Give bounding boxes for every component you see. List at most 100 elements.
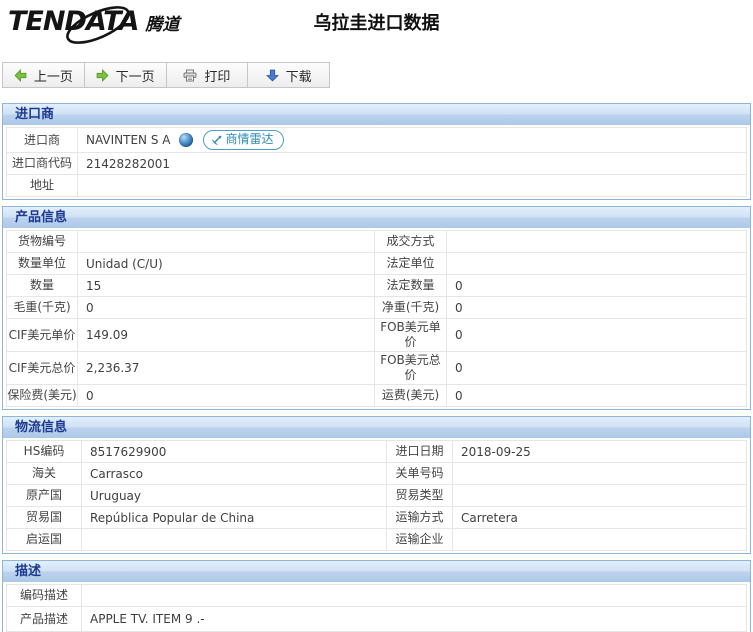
field-value: Carretera — [453, 507, 746, 528]
printer-icon — [183, 69, 197, 82]
field-value: 2018-09-25 — [453, 441, 746, 462]
field-value — [78, 231, 375, 252]
field-label: 贸易类型 — [387, 485, 453, 506]
field-value — [447, 253, 746, 274]
section-importer-title: 进口商 — [3, 104, 750, 125]
field-value: 0 — [78, 297, 375, 318]
field-value — [453, 463, 746, 484]
table-row: CIF美元总价 2,236.37 FOB美元总价 0 — [7, 351, 746, 384]
field-value: 21428282001 — [78, 153, 746, 174]
field-label: 贸易国 — [7, 507, 82, 528]
table-row: HS编码 8517629900 进口日期 2018-09-25 — [7, 441, 746, 462]
field-label: 进口商 — [7, 128, 78, 152]
field-label: 地址 — [7, 175, 78, 196]
next-page-label: 下一页 — [116, 66, 155, 85]
globe-icon[interactable] — [179, 133, 193, 147]
page-title: 乌拉圭进口数据 — [0, 9, 753, 35]
field-value: 149.09 — [78, 319, 375, 351]
field-label: 产品描述 — [7, 607, 82, 631]
table-row: 原产国 Uruguay 贸易类型 — [7, 484, 746, 506]
section-product-body: 货物编号 成交方式 数量单位 Unidad (C/U) 法定单位 数量 15 法… — [3, 228, 750, 409]
next-page-button[interactable]: 下一页 — [85, 63, 167, 87]
field-value: 0 — [447, 297, 746, 318]
table-row: 进口商 NAVINTEN S A 商情雷达 — [7, 128, 746, 152]
field-label: 编码描述 — [7, 585, 82, 606]
field-label: HS编码 — [7, 441, 82, 462]
field-value: Uruguay — [82, 485, 387, 506]
field-value — [453, 485, 746, 506]
business-radar-button[interactable]: 商情雷达 — [203, 130, 284, 150]
field-value: APPLE TV. ITEM 9 .- — [82, 607, 746, 631]
field-value: 0 — [78, 385, 375, 406]
print-button[interactable]: 打印 — [167, 63, 249, 87]
table-row: CIF美元单价 149.09 FOB美元单价 0 — [7, 318, 746, 351]
download-label: 下载 — [286, 66, 312, 85]
table-row: 地址 — [7, 174, 746, 196]
section-product: 产品信息 货物编号 成交方式 数量单位 Unidad (C/U) 法定单位 数量 — [2, 206, 751, 410]
field-value — [447, 231, 746, 252]
field-value — [453, 529, 746, 550]
field-label: 成交方式 — [375, 231, 447, 252]
field-label: 海关 — [7, 463, 82, 484]
field-value — [82, 529, 387, 550]
field-label: CIF美元单价 — [7, 319, 78, 351]
field-value: República Popular de China — [82, 507, 387, 528]
section-description-body: 编码描述 产品描述 APPLE TV. ITEM 9 .- — [3, 582, 750, 632]
prev-page-label: 上一页 — [34, 66, 73, 85]
radar-label: 商情雷达 — [226, 132, 274, 148]
field-value: Carrasco — [82, 463, 387, 484]
toolbar: 上一页 下一页 打印 下载 — [2, 62, 330, 88]
radar-dish-icon — [211, 135, 222, 146]
section-logistics: 物流信息 HS编码 8517629900 进口日期 2018-09-25 海关 … — [2, 416, 751, 554]
field-label: 毛重(千克) — [7, 297, 78, 318]
section-logistics-body: HS编码 8517629900 进口日期 2018-09-25 海关 Carra… — [3, 438, 750, 553]
field-label: FOB美元单价 — [375, 319, 447, 351]
field-label: 关单号码 — [387, 463, 453, 484]
field-label: 法定单位 — [375, 253, 447, 274]
section-description: 描述 编码描述 产品描述 APPLE TV. ITEM 9 .- — [2, 560, 751, 632]
field-label: 数量单位 — [7, 253, 78, 274]
download-button[interactable]: 下载 — [248, 63, 329, 87]
field-label: 运费(美元) — [375, 385, 447, 406]
field-label: 运输方式 — [387, 507, 453, 528]
section-logistics-title: 物流信息 — [3, 417, 750, 438]
table-row: 货物编号 成交方式 — [7, 231, 746, 252]
next-arrow-icon — [96, 69, 109, 82]
section-importer: 进口商 进口商 NAVINTEN S A 商情雷达 — [2, 103, 751, 200]
table-row: 保险费(美元) 0 运费(美元) 0 — [7, 384, 746, 406]
table-row: 毛重(千克) 0 净重(千克) 0 — [7, 296, 746, 318]
top-header: TENDATA 腾道 乌拉圭进口数据 — [0, 0, 753, 56]
table-row: 产品描述 APPLE TV. ITEM 9 .- — [7, 606, 746, 631]
prev-arrow-icon — [14, 69, 27, 82]
page: TENDATA 腾道 乌拉圭进口数据 上一页 下一页 — [0, 0, 753, 632]
table-row: 贸易国 República Popular de China 运输方式 Carr… — [7, 506, 746, 528]
field-value: 8517629900 — [82, 441, 387, 462]
table-row: 数量单位 Unidad (C/U) 法定单位 — [7, 252, 746, 274]
field-label: 启运国 — [7, 529, 82, 550]
table-row: 启运国 运输企业 — [7, 528, 746, 550]
field-label: 净重(千克) — [375, 297, 447, 318]
field-label: 数量 — [7, 275, 78, 296]
download-arrow-icon — [266, 69, 279, 82]
field-value: 0 — [447, 385, 746, 406]
table-row: 数量 15 法定数量 0 — [7, 274, 746, 296]
table-row: 编码描述 — [7, 585, 746, 606]
field-value: NAVINTEN S A 商情雷达 — [78, 128, 746, 152]
field-label: CIF美元总价 — [7, 352, 78, 384]
field-value — [82, 585, 746, 606]
prev-page-button[interactable]: 上一页 — [3, 63, 85, 87]
field-label: 法定数量 — [375, 275, 447, 296]
field-value: Unidad (C/U) — [78, 253, 375, 274]
field-label: 进口商代码 — [7, 153, 78, 174]
table-row: 进口商代码 21428282001 — [7, 152, 746, 174]
field-value — [78, 175, 746, 196]
section-description-title: 描述 — [3, 561, 750, 582]
section-product-title: 产品信息 — [3, 207, 750, 228]
table-row: 海关 Carrasco 关单号码 — [7, 462, 746, 484]
field-value: 0 — [447, 275, 746, 296]
field-label: 货物编号 — [7, 231, 78, 252]
section-importer-body: 进口商 NAVINTEN S A 商情雷达 — [3, 125, 750, 199]
field-value: 2,236.37 — [78, 352, 375, 384]
importer-name: NAVINTEN S A — [86, 133, 171, 147]
field-value: 0 — [447, 352, 746, 384]
